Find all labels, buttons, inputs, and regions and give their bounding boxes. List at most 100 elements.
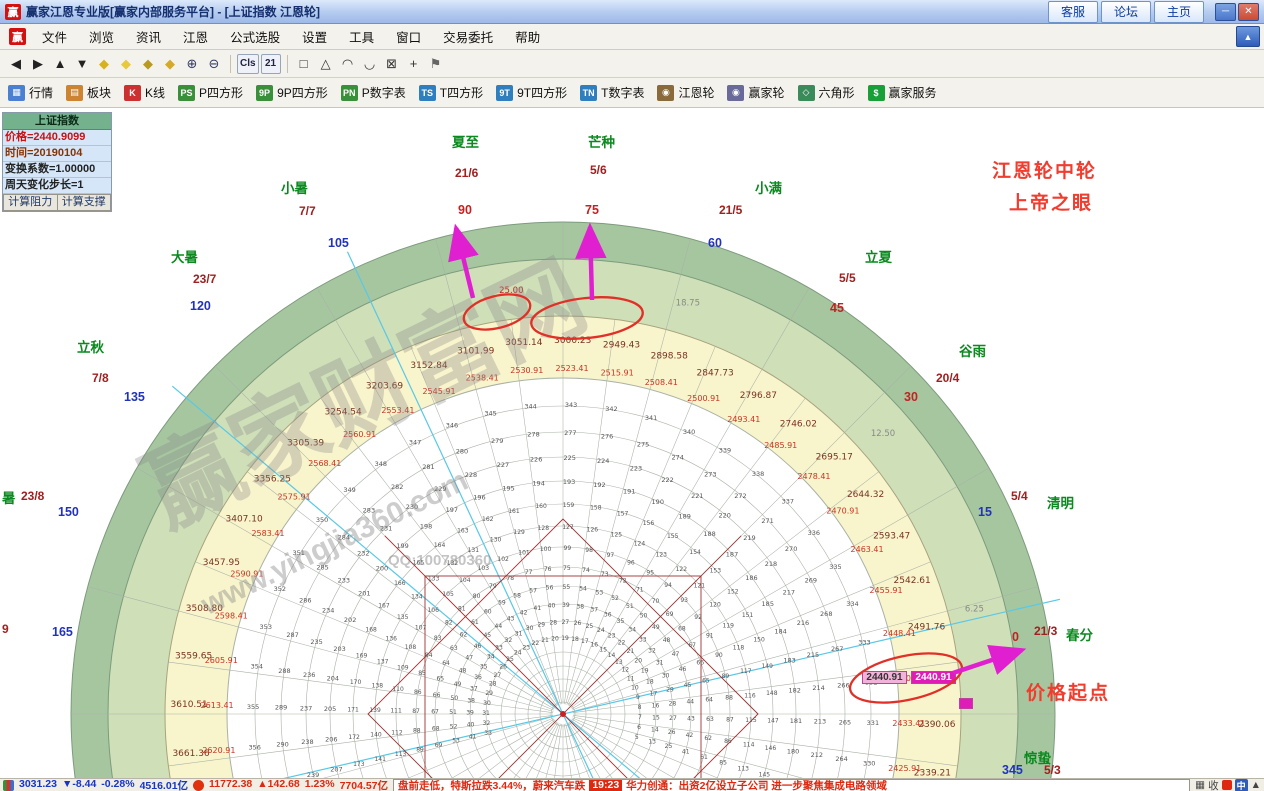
wheel-number: 85 — [719, 759, 727, 766]
gann-wheel-icon: ◉ — [657, 85, 674, 101]
wheel-number: 232 — [357, 549, 369, 557]
calendar-21-icon[interactable]: 21 — [261, 54, 281, 74]
wheel-number: 31 — [515, 630, 523, 637]
wheel-number: 2796.87 — [740, 391, 777, 401]
wheel-number: 29 — [485, 690, 493, 697]
menu-item[interactable]: 江恩 — [172, 24, 219, 49]
titlebar-button-3[interactable]: 主页 — [1154, 1, 1204, 23]
tool-hexagon[interactable]: ◇六角形 — [798, 84, 855, 101]
tool-p-square[interactable]: PSP四方形 — [178, 84, 243, 101]
wheel-number: 331 — [867, 719, 879, 727]
zoom-out-icon[interactable]: ⊖ — [204, 54, 224, 74]
tool-sectors[interactable]: ▤板块 — [66, 84, 111, 101]
lang-badge[interactable]: 中 — [1235, 779, 1248, 791]
menu-item[interactable]: 浏览 — [78, 24, 125, 49]
9t-square-label: 9T四方形 — [517, 84, 567, 101]
wheel-number: 111 — [390, 708, 402, 715]
panel-collapse-button[interactable]: ▲ — [1236, 26, 1260, 47]
tool-gann-wheel[interactable]: ◉江恩轮 — [657, 84, 714, 101]
flag-tool-icon[interactable]: ⚑ — [426, 54, 446, 74]
wheel-number: 285 — [316, 564, 328, 572]
index2-pct: 1.23% — [305, 778, 335, 791]
triangle-tool-icon[interactable]: △ — [316, 54, 336, 74]
wheel-number: 32 — [483, 720, 491, 727]
menu-item[interactable]: 帮助 — [504, 24, 551, 49]
wheel-number: 264 — [835, 755, 847, 763]
tool-9p-square[interactable]: 9P9P四方形 — [256, 84, 328, 101]
scroll-up-icon[interactable]: ▲ — [1251, 779, 1261, 791]
minimize-button[interactable]: ─ — [1215, 3, 1236, 21]
wheel-number: 190 — [652, 498, 664, 506]
wheel-number: 333 — [858, 639, 870, 647]
wheel-number: 342 — [605, 405, 617, 413]
wheel-number: 3203.69 — [366, 381, 403, 391]
wheel-number: 187 — [726, 551, 738, 559]
menu-item[interactable]: 窗口 — [385, 24, 432, 49]
wheel-number: 2583.41 — [251, 529, 284, 538]
wheel-number: 41 — [534, 605, 542, 612]
wheel-number: 20 — [634, 657, 642, 664]
wheel-number: 34 — [628, 627, 636, 634]
close-button[interactable]: ✕ — [1238, 3, 1259, 21]
menu-item[interactable]: 资讯 — [125, 24, 172, 49]
gann-diamond-1-icon[interactable]: ◆ — [94, 54, 114, 74]
wheel-number: 69 — [666, 611, 674, 618]
calc-button[interactable]: 计算阻力 — [3, 194, 57, 211]
wheel-number: 230 — [406, 503, 418, 511]
index2-dot-icon[interactable] — [193, 780, 204, 791]
wheel-number: 341 — [645, 414, 657, 422]
wheel-number: 172 — [348, 734, 360, 741]
wheel-number: 140 — [370, 732, 382, 739]
gann-diamond-4-icon[interactable]: ◆ — [160, 54, 180, 74]
drawing-toolbar: ◀▶▲▼◆◆◆◆⊕⊖Cls21□△◠◡⊠+⚑ — [0, 50, 1264, 78]
boxed-x-tool-icon[interactable]: ⊠ — [382, 54, 402, 74]
titlebar-button-1[interactable]: 客服 — [1048, 1, 1098, 23]
tool-kline[interactable]: KK线 — [124, 84, 165, 101]
arc-down-tool-icon[interactable]: ◡ — [360, 54, 380, 74]
wheel-number: 155 — [667, 533, 679, 540]
wheel-number: 2545.91 — [422, 387, 455, 396]
zoom-in-icon[interactable]: ⊕ — [182, 54, 202, 74]
wheel-number: 151 — [742, 612, 754, 619]
wheel-number: 157 — [617, 511, 629, 518]
titlebar-button-2[interactable]: 论坛 — [1101, 1, 1151, 23]
data-feed-icon[interactable]: ▦ — [1195, 779, 1205, 791]
back-icon[interactable]: ◀ — [6, 54, 26, 74]
market-grid-icon[interactable] — [3, 780, 14, 791]
news-ticker[interactable]: 盘前走低，特斯拉跌3.44%，蔚来汽车跌 19:23 华力创通：出资2亿设立子公… — [393, 779, 1190, 791]
wheel-number: 15 — [652, 714, 660, 721]
crosshair-tool-icon[interactable]: + — [404, 54, 424, 74]
wheel-number: 60 — [484, 608, 492, 615]
tool-9t-square[interactable]: 9T9T四方形 — [496, 84, 567, 101]
tool-t-table[interactable]: TNT数字表 — [580, 84, 644, 101]
pointer-down-icon[interactable]: ▼ — [72, 54, 92, 74]
pointer-up-icon[interactable]: ▲ — [50, 54, 70, 74]
gann-diamond-3-icon[interactable]: ◆ — [138, 54, 158, 74]
wheel-number: 20 — [551, 635, 559, 642]
rect-tool-icon[interactable]: □ — [294, 54, 314, 74]
forward-icon[interactable]: ▶ — [28, 54, 48, 74]
menu-item[interactable]: 设置 — [291, 24, 338, 49]
calc-button[interactable]: 计算支撑 — [57, 194, 112, 211]
wheel-number: 207 — [330, 765, 342, 773]
wheel-number: 89 — [722, 673, 730, 680]
arc-up-tool-icon[interactable]: ◠ — [338, 54, 358, 74]
menu-item[interactable]: 文件 — [31, 24, 78, 49]
9p-square-icon: 9P — [256, 85, 273, 101]
wheel-number: 61 — [700, 754, 708, 761]
menu-item[interactable]: 工具 — [338, 24, 385, 49]
gann-wheel[interactable]: 2288.352339.212390.062440.912491.762542.… — [0, 0, 1264, 791]
wheel-number: 213 — [814, 718, 826, 726]
wheel-number: 121 — [694, 583, 706, 590]
menu-item[interactable]: 交易委托 — [432, 24, 504, 49]
cls-button[interactable]: Cls — [237, 54, 259, 74]
wheel-number: 349 — [343, 486, 355, 494]
tool-winner-wheel[interactable]: ◉赢家轮 — [727, 84, 784, 101]
tool-p-table[interactable]: PNP数字表 — [341, 84, 406, 101]
gann-diamond-2-icon[interactable]: ◆ — [116, 54, 136, 74]
tool-winner-service[interactable]: $赢家服务 — [868, 84, 937, 101]
tool-quotes[interactable]: ▦行情 — [8, 84, 53, 101]
tool-t-square[interactable]: TST四方形 — [419, 84, 483, 101]
menu-item[interactable]: 公式选股 — [219, 24, 291, 49]
window-title: 赢家江恩专业版[赢家内部服务平台] - [上证指数 江恩轮] — [26, 3, 320, 20]
